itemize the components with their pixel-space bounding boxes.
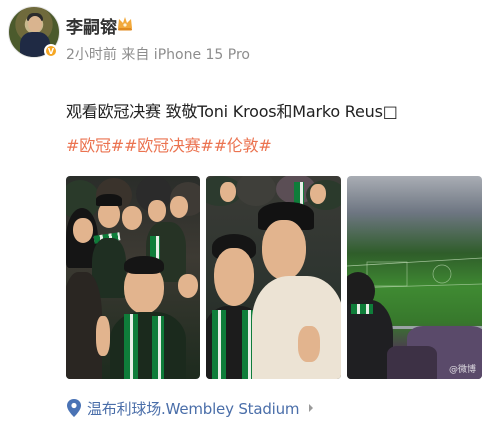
photo-watermark: @微博 [448,365,476,375]
username[interactable]: 李嗣镕 [66,13,117,38]
photo-grid: @微博 [66,176,482,379]
chevron-right-icon [309,404,314,412]
photo-2[interactable] [206,176,341,379]
location-pin-icon [67,399,81,417]
weibo-post: V 李嗣镕 2小时前 来自 iPhone 15 Pro 观看欧冠决赛 致敬Ton… [0,0,500,440]
photo-3[interactable] [347,176,482,379]
crown-icon[interactable] [116,14,134,32]
post-hashtags[interactable]: #欧冠##欧冠决赛##伦敦# [66,132,272,156]
location-text: 温布利球场.Wembley Stadium [87,399,300,418]
verified-badge-icon: V [44,44,58,58]
post-meta: 2小时前 来自 iPhone 15 Pro [66,47,250,63]
photo-1[interactable] [66,176,200,379]
post-content: 观看欧冠决赛 致敬Toni Kroos和Marko Reus□ [66,102,398,121]
location-link[interactable]: 温布利球场.Wembley Stadium [66,395,315,421]
